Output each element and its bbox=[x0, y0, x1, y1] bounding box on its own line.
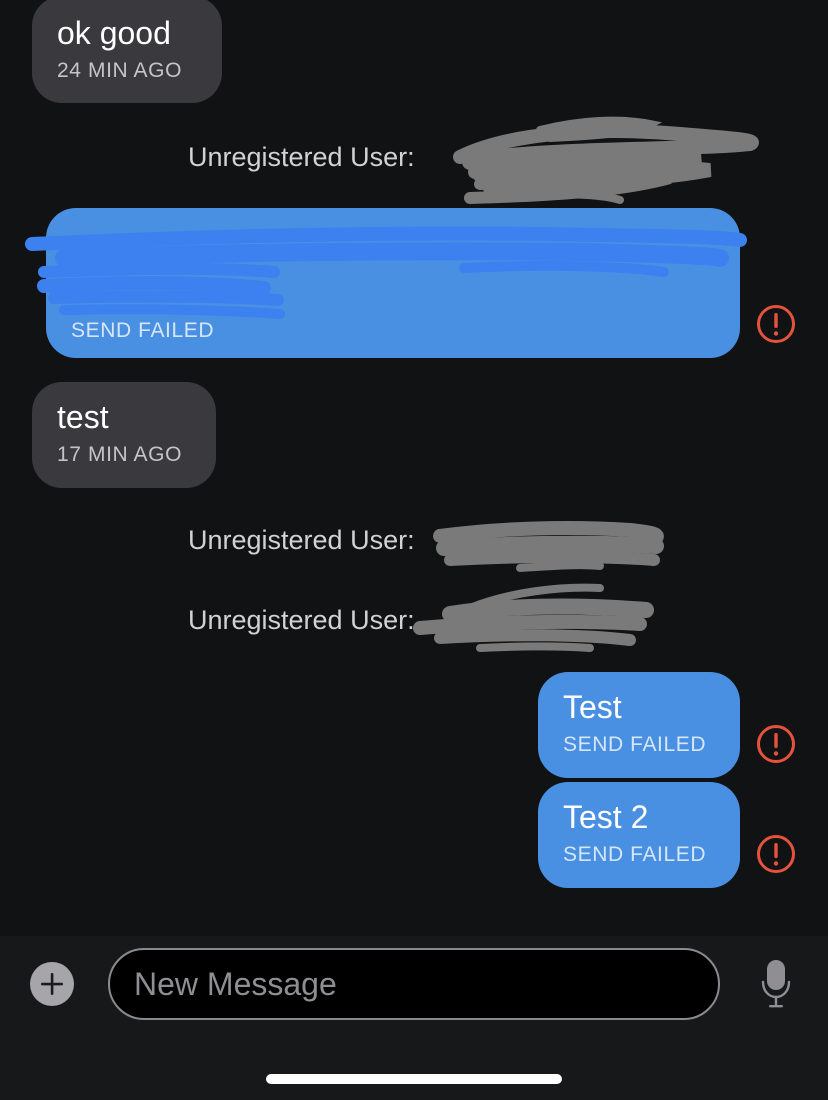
exclamation-circle-icon[interactable] bbox=[756, 304, 796, 344]
new-message-input[interactable] bbox=[108, 948, 720, 1020]
unregistered-user-notice: Unregistered User: bbox=[188, 142, 415, 172]
redaction-scribble bbox=[413, 583, 654, 652]
redaction-scribble bbox=[25, 226, 747, 319]
message-status: SEND FAILED bbox=[563, 843, 707, 866]
message-text: Test 2 bbox=[563, 799, 649, 835]
outgoing-message-bubble[interactable]: Test SEND FAILED bbox=[538, 672, 740, 778]
exclamation-circle-icon[interactable] bbox=[756, 724, 796, 764]
message-text: ok good bbox=[57, 15, 171, 51]
message-text: Test bbox=[563, 689, 622, 725]
exclamation-circle-icon[interactable] bbox=[756, 834, 796, 874]
message-text: test bbox=[57, 399, 109, 435]
message-timestamp: 24 MIN AGO bbox=[57, 59, 183, 82]
redaction-scribble bbox=[453, 116, 759, 204]
unregistered-user-notice: Unregistered User: bbox=[188, 525, 415, 555]
message-timestamp: 17 MIN AGO bbox=[57, 443, 183, 466]
incoming-message-bubble[interactable]: ok good 24 MIN AGO bbox=[32, 0, 222, 103]
outgoing-message-bubble[interactable]: Test 2 SEND FAILED bbox=[538, 782, 740, 888]
microphone-icon[interactable] bbox=[760, 958, 792, 1010]
message-status: SEND FAILED bbox=[563, 733, 707, 756]
unregistered-user-notice: Unregistered User: bbox=[188, 605, 415, 635]
conversation-screen: ok good 24 MIN AGO Unregistered User: SE… bbox=[0, 0, 828, 1100]
home-indicator[interactable] bbox=[266, 1074, 562, 1084]
incoming-message-bubble[interactable]: test 17 MIN AGO bbox=[32, 382, 216, 488]
plus-circle-icon[interactable] bbox=[30, 962, 74, 1006]
